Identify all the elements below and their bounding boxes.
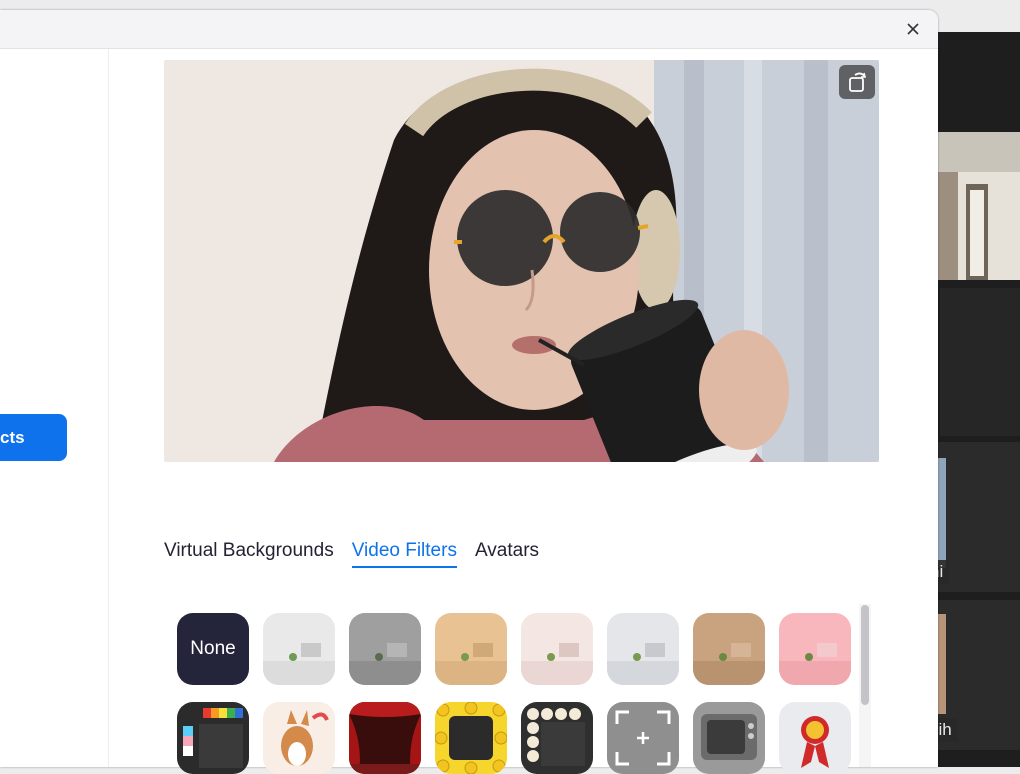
settings-sidebar: cts (0, 49, 109, 767)
participant-video (938, 132, 1020, 280)
filter-emoji-frame[interactable] (435, 702, 507, 774)
camera-feed-image (164, 60, 879, 462)
filter-corgi[interactable] (263, 702, 335, 774)
filter-retro-tv[interactable] (693, 702, 765, 774)
filter-none[interactable]: None (177, 613, 249, 685)
filter-light-gray-room[interactable] (607, 613, 679, 685)
tab-video-filters[interactable]: Video Filters (351, 540, 457, 568)
filter-pink-room[interactable] (779, 613, 851, 685)
tab-avatars[interactable]: Avatars (475, 540, 539, 568)
filter-pride-frame[interactable] (177, 702, 249, 774)
rotate-video-button[interactable] (839, 65, 875, 99)
sidebar-item-background-effects[interactable]: cts (0, 414, 67, 461)
filter-none-label: None (190, 638, 236, 659)
video-preview (164, 60, 879, 462)
close-icon (907, 23, 919, 35)
filter-scrollbar-thumb[interactable] (861, 605, 869, 705)
filter-gray-room[interactable] (349, 613, 421, 685)
filter-blush-room[interactable] (521, 613, 593, 685)
filter-theater-curtain[interactable] (349, 702, 421, 774)
filter-ribbon-award[interactable] (779, 702, 851, 774)
participant-video-tile (940, 288, 1020, 436)
close-button[interactable] (902, 18, 924, 40)
background-meeting-window: ni sih (930, 32, 1020, 767)
tab-virtual-backgrounds[interactable]: Virtual Backgrounds (164, 540, 334, 568)
filter-beige-room[interactable] (435, 613, 507, 685)
rotate-icon (849, 72, 867, 92)
title-bar (0, 10, 938, 49)
background-tabs: Virtual Backgrounds Video Filters Avatar… (164, 540, 539, 568)
filter-tan-room[interactable] (693, 613, 765, 685)
filter-white-room[interactable] (263, 613, 335, 685)
participant-video-tile: sih (930, 600, 1020, 750)
participant-video-tile (938, 132, 1020, 280)
sidebar-item-label: cts (0, 427, 25, 447)
filter-bulb-frame[interactable] (521, 702, 593, 774)
filter-camera-focus[interactable] (607, 702, 679, 774)
participant-video-tile: ni (930, 442, 1020, 592)
